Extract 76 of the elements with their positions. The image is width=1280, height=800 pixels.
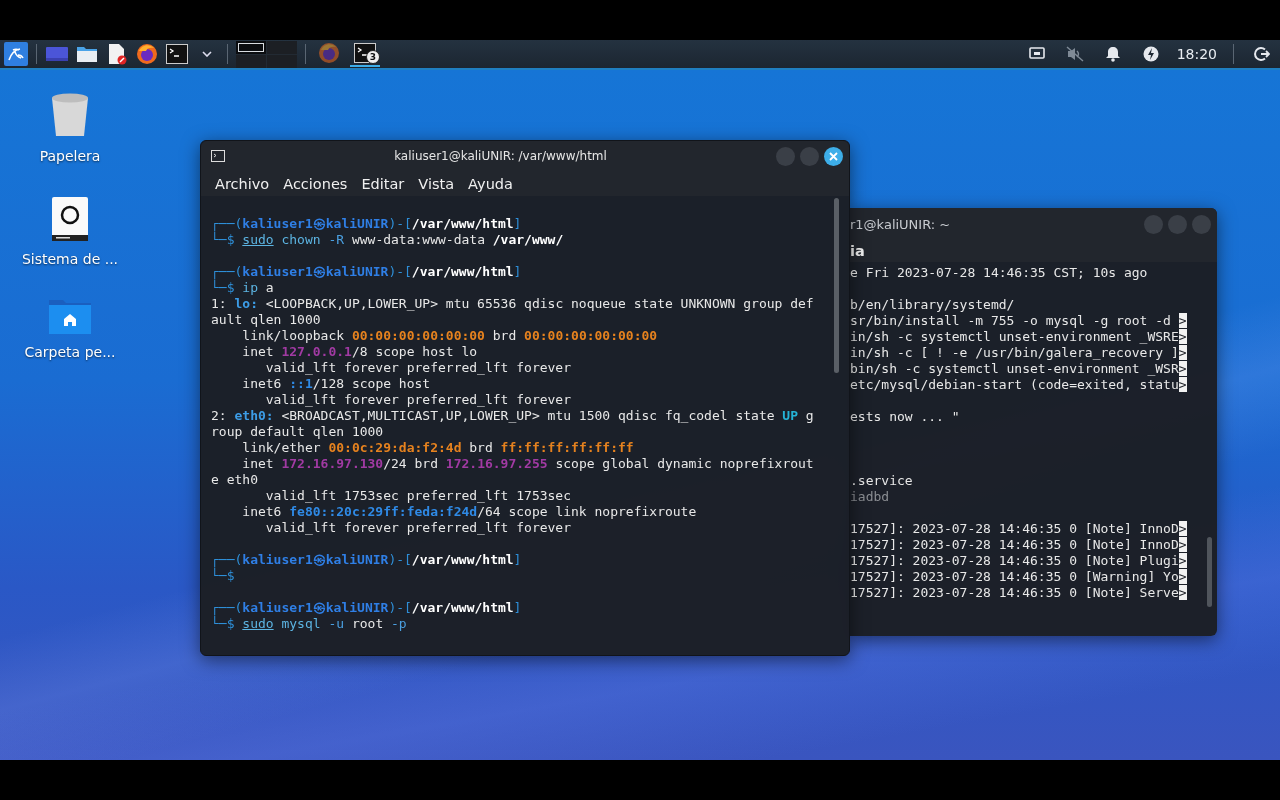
clock[interactable]: 18:20 [1176,46,1217,62]
terminal-line: ┌──(kaliuser1㉿kaliUNIR)-[/var/www/html] [211,264,522,280]
terminal-line: 17527]: 2023-07-28 14:46:35 0 [Note] InnoD> [850,537,1187,553]
terminal-line: 17527]: 2023-07-28 14:46:35 0 [Note] Plugi> [850,553,1187,569]
terminal-line: ┌──(kaliuser1㉿kaliUNIR)-[/var/www/html] [211,600,522,616]
workspace-thumbnail[interactable] [236,40,266,54]
logout-icon[interactable] [1254,46,1270,62]
close-button[interactable] [824,146,843,166]
desktop-icon-label[interactable]: Sistema de ... [21,251,119,267]
terminal-line: valid_lft forever preferred_lft forever [264,360,572,376]
terminal-line: inet6 ::1/128 scope host [241,376,431,392]
desktop-icon-label[interactable]: Papelera [39,148,101,164]
terminal-line: valid_lft forever preferred_lft forever [264,392,572,408]
menu-item[interactable]: Archivo [215,175,270,192]
terminal-line: inet 172.16.97.130/24 brd 172.16.97.255 scope global dynamic noprefixrout [241,456,814,472]
terminal-line: ┌──(kaliuser1㉿kaliUNIR)-[/var/www/html] [211,216,522,232]
globe-fox-icon[interactable] [136,43,158,65]
terminal-line: in/sh -c systemctl unset-environment _WSRE> [850,329,1187,345]
caret-icon[interactable] [202,51,212,57]
terminal-icon[interactable] [166,44,188,64]
terminal-line: 17527]: 2023-07-28 14:46:35 0 [Note] Serve> [850,585,1187,601]
document-icon[interactable] [107,43,127,65]
window-title: r1@kaliUNIR: ~ [850,216,952,232]
terminal-line: .service [850,473,913,489]
terminal-line: └─$ sudo chown -R www-data:www-data /var/www/ [211,232,564,248]
terminal-line: └─$ [211,568,235,584]
window-title: kaliuser1@kaliUNIR: /var/www/html [393,149,608,163]
menu-item[interactable]: ia [850,243,865,259]
globe-fox-icon [318,42,340,64]
desktop-icon-label[interactable]: Carpeta pe... [24,344,116,360]
close-icon [829,151,838,161]
menu-item[interactable]: Vista [418,175,455,192]
workspace-thumbnail[interactable] [236,54,266,68]
network-icon[interactable] [1028,47,1045,61]
lightning-icon[interactable] [1142,46,1159,62]
task-button[interactable]: 3 [350,41,380,67]
terminal-line: etc/mysql/debian-start (code=exited, statu> [850,377,1187,393]
terminal-line: 2: eth0: <BROADCAST,MULTICAST,UP,LOWER_UP> mtu 1500 qdisc fq_codel state UP g [211,408,814,424]
terminal-line: inet 127.0.0.1/8 scope host lo [241,344,478,360]
monitor-icon[interactable] [45,44,69,64]
terminal-line: valid_lft 1753sec preferred_lft 1753sec [264,488,572,504]
scrollbar[interactable] [1207,537,1212,607]
terminal-line: ┌──(kaliuser1㉿kaliUNIR)-[/var/www/html] [211,552,522,568]
terminal-line: sr/bin/install -m 755 -o mysql -g root -d > [850,313,1187,329]
terminal-line: 17527]: 2023-07-28 14:46:35 0 [Note] InnoD> [850,521,1187,537]
menu-item[interactable]: Acciones [283,175,348,192]
terminal-line: inet6 fe80::20c:29ff:feda:f24d/64 scope link noprefixroute [241,504,697,520]
terminal-line: e eth0 [211,472,258,488]
terminal-line: 1: lo: <LOOPBACK,UP,LOWER_UP> mtu 65536 qdisc noqueue state UNKNOWN group def [211,296,814,312]
terminal-line: e Fri 2023-07-28 14:46:35 CST; 10s ago [850,265,1148,281]
terminal-line: b/en/library/systemd/ [850,297,1015,313]
terminal-line: ests now ... " [850,409,960,425]
terminal-icon [211,150,225,162]
menu-item[interactable]: Editar [361,175,405,192]
drive-icon[interactable] [52,197,88,241]
terminal-line: 17527]: 2023-07-28 14:46:35 0 [Warning] Yo> [850,569,1187,585]
workspace-thumbnail[interactable] [267,40,297,54]
terminal-line: link/loopback 00:00:00:00:00:00 brd 00:00:00:00:00:00 [241,328,658,344]
home-folder-icon[interactable] [49,300,91,334]
terminal-line: valid_lft forever preferred_lft forever [264,520,572,536]
trash-icon[interactable] [50,92,90,138]
terminal-line: └─$ ip a [211,280,274,296]
terminal-line: iadbd [850,489,890,505]
bell-icon[interactable] [1105,46,1120,62]
terminal-icon [354,43,376,63]
terminal-line: roup default qlen 1000 [211,424,384,440]
terminal-line: ault qlen 1000 [211,312,321,328]
scrollbar[interactable] [834,198,839,373]
menu-item[interactable]: Ayuda [468,175,513,192]
terminal-line: in/sh -c [ ! -e /usr/bin/galera_recovery ]> [850,345,1187,361]
terminal-line: └─$ sudo mysql -u root -p [211,616,407,632]
count-badge: 3 [366,50,380,64]
folder-icon[interactable] [76,44,98,64]
muted-speaker-icon[interactable] [1065,46,1084,62]
terminal-line: link/ether 00:0c:29:da:f2:4d brd ff:ff:ff:ff:ff:ff [241,440,634,456]
workspace-thumbnail[interactable] [267,54,297,68]
